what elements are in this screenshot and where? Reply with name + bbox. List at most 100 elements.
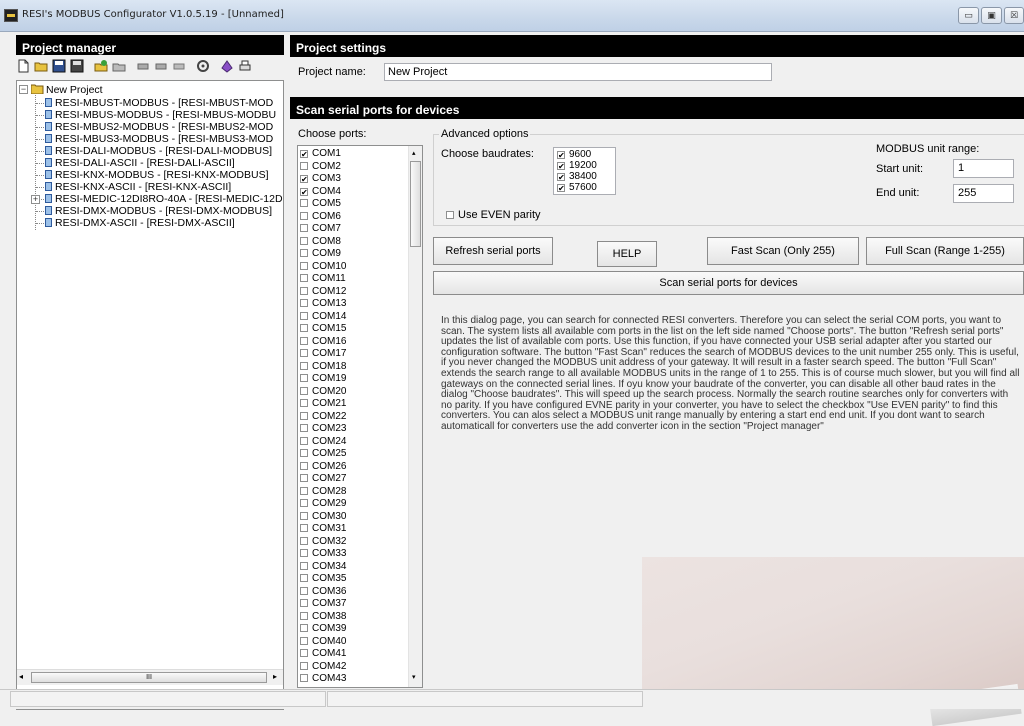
full-scan-button[interactable]: Full Scan (Range 1-255) [866, 237, 1024, 265]
port-checkbox[interactable]: ✔ [300, 187, 308, 196]
settings-icon[interactable] [196, 59, 210, 73]
baudrate-checkbox[interactable]: ✔ [557, 162, 565, 171]
port-item[interactable]: COM21 [300, 399, 346, 409]
port-item[interactable]: COM34 [300, 561, 346, 572]
open-project-icon[interactable] [94, 59, 108, 73]
fast-scan-button[interactable]: Fast Scan (Only 255) [707, 237, 859, 265]
port-item[interactable]: COM5 [300, 199, 341, 209]
port-item[interactable]: COM10 [300, 261, 346, 272]
port-item[interactable]: COM18 [300, 361, 346, 372]
port-checkbox[interactable] [300, 624, 308, 632]
port-item[interactable]: COM14 [300, 311, 346, 322]
port-item[interactable]: COM32 [300, 536, 346, 547]
port-checkbox[interactable] [300, 499, 308, 507]
port-checkbox[interactable] [300, 574, 308, 582]
tree-item[interactable]: RESI-MBUS3-MODBUS - [RESI-MBUS3-MOD [45, 133, 273, 145]
port-checkbox[interactable] [300, 649, 308, 657]
tree-item[interactable]: RESI-DMX-MODBUS - [RESI-DMX-MODBUS] [45, 205, 272, 217]
port-checkbox[interactable] [300, 486, 308, 495]
port-item[interactable]: COM20 [300, 386, 346, 397]
help-button[interactable]: HELP [597, 241, 657, 267]
print-icon[interactable] [238, 59, 252, 73]
port-item[interactable]: COM19 [300, 374, 346, 384]
tree-item[interactable]: RESI-DMX-ASCII - [RESI-DMX-ASCII] [45, 217, 235, 229]
baudrate-checkbox[interactable]: ✔ [557, 184, 565, 193]
tree-item[interactable]: RESI-MEDIC-12DI8RO-40A - [RESI-MEDIC-12D [45, 193, 283, 205]
port-checkbox[interactable] [300, 224, 308, 232]
start-unit-input[interactable]: 1 [953, 159, 1014, 178]
port-item[interactable]: COM39 [300, 624, 346, 634]
delete-icon[interactable] [112, 59, 126, 73]
new-file-icon[interactable] [16, 59, 30, 73]
port-item[interactable]: COM13 [300, 299, 346, 309]
port-item[interactable]: COM28 [300, 486, 346, 497]
port-checkbox[interactable] [300, 611, 308, 620]
maximize-button[interactable]: ▣ [981, 7, 1002, 24]
port-item[interactable]: COM9 [300, 249, 341, 259]
port-item[interactable]: COM31 [300, 524, 346, 534]
refresh-serial-ports-button[interactable]: Refresh serial ports [433, 237, 553, 265]
scroll-left-arrow-icon[interactable]: ◂ [19, 672, 23, 681]
baudrate-checkbox[interactable]: ✔ [557, 151, 565, 160]
port-item[interactable]: COM11 [300, 274, 346, 284]
port-checkbox[interactable] [300, 299, 308, 307]
port-checkbox[interactable] [300, 449, 308, 457]
port-checkbox[interactable] [300, 349, 308, 357]
port-checkbox[interactable] [300, 536, 308, 545]
port-checkbox[interactable] [300, 524, 308, 532]
port-checkbox[interactable] [300, 474, 308, 482]
port-item[interactable]: COM40 [300, 636, 346, 647]
port-checkbox[interactable] [300, 586, 308, 595]
port-checkbox[interactable] [300, 311, 308, 320]
tree-item[interactable]: RESI-MBUS-MODBUS - [RESI-MBUS-MODBU [45, 109, 276, 121]
baudrate-item[interactable]: ✔ 57600 [557, 183, 597, 193]
scroll-up-arrow-icon[interactable]: ▴ [412, 149, 416, 157]
tree-item[interactable]: RESI-DALI-ASCII - [RESI-DALI-ASCII] [45, 157, 235, 169]
port-checkbox[interactable] [300, 461, 308, 470]
even-parity-checkbox[interactable]: Use EVEN parity [446, 209, 541, 221]
scroll-right-arrow-icon[interactable]: ▸ [273, 672, 277, 681]
port-item[interactable]: ✔ COM1 [300, 149, 341, 159]
port-item[interactable]: COM8 [300, 236, 341, 247]
port-checkbox[interactable] [300, 374, 308, 382]
port-checkbox[interactable] [300, 561, 308, 570]
port-item[interactable]: ✔ COM4 [300, 186, 341, 197]
tree-item[interactable]: RESI-KNX-ASCII - [RESI-KNX-ASCII] [45, 181, 231, 193]
port-checkbox[interactable] [300, 411, 308, 420]
port-item[interactable]: COM7 [300, 224, 341, 234]
port-checkbox[interactable]: ✔ [300, 175, 308, 184]
port-checkbox[interactable] [300, 361, 308, 370]
help-book-icon[interactable] [220, 59, 234, 73]
ports-scroll-thumb[interactable] [410, 161, 421, 247]
baudrate-checkbox[interactable]: ✔ [557, 173, 565, 182]
tree-item[interactable]: RESI-MBUS2-MODBUS - [RESI-MBUS2-MOD [45, 121, 273, 133]
close-button[interactable]: ☒ [1004, 7, 1024, 24]
tree-root[interactable]: New Project [30, 84, 103, 96]
tree-expand-toggle[interactable]: + [31, 195, 40, 204]
port-checkbox[interactable]: ✔ [300, 150, 308, 159]
port-checkbox[interactable] [300, 549, 308, 557]
port-checkbox[interactable] [300, 661, 308, 670]
port-item[interactable]: COM27 [300, 474, 346, 484]
tree-collapse-root[interactable]: − [19, 85, 28, 94]
cut-icon[interactable] [172, 59, 186, 73]
port-item[interactable]: COM35 [300, 574, 346, 584]
port-item[interactable]: COM33 [300, 549, 346, 559]
port-item[interactable]: COM17 [300, 349, 346, 359]
baudrate-item[interactable]: ✔ 9600 [557, 150, 591, 160]
port-checkbox[interactable] [300, 261, 308, 270]
port-checkbox[interactable] [300, 424, 308, 432]
port-item[interactable]: COM16 [300, 336, 346, 347]
tree-item[interactable]: RESI-KNX-MODBUS - [RESI-KNX-MODBUS] [45, 169, 269, 181]
project-name-input[interactable]: New Project [384, 63, 772, 81]
tree-item[interactable]: RESI-MBUST-MODBUS - [RESI-MBUST-MOD [45, 97, 273, 109]
port-item[interactable]: COM25 [300, 449, 346, 459]
end-unit-input[interactable]: 255 [953, 184, 1014, 203]
port-item[interactable]: COM37 [300, 599, 346, 609]
open-folder-icon[interactable] [34, 59, 48, 73]
port-checkbox[interactable] [300, 236, 308, 245]
port-item[interactable]: COM22 [300, 411, 346, 422]
tree-scroll-thumb[interactable]: III [31, 672, 267, 683]
port-item[interactable]: COM26 [300, 461, 346, 472]
port-checkbox[interactable] [300, 399, 308, 407]
